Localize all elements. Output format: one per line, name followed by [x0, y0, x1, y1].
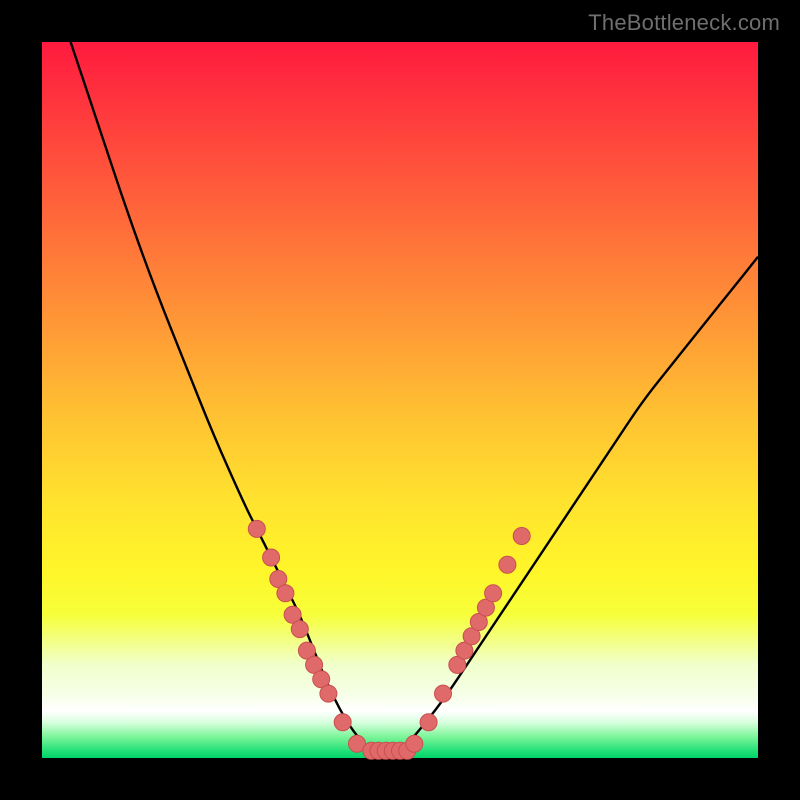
data-dot [420, 714, 437, 731]
data-dot [277, 585, 294, 602]
chart-frame: TheBottleneck.com [0, 0, 800, 800]
data-dot [291, 621, 308, 638]
data-dot [320, 685, 337, 702]
data-dot [435, 685, 452, 702]
watermark-text: TheBottleneck.com [588, 10, 780, 36]
data-dot [513, 528, 530, 545]
data-dot [263, 549, 280, 566]
data-dot [499, 556, 516, 573]
bottleneck-curve [71, 42, 758, 751]
plot-area [42, 42, 758, 758]
data-dot [406, 735, 423, 752]
data-dot [334, 714, 351, 731]
data-dots [248, 520, 530, 759]
data-dot [248, 520, 265, 537]
chart-svg [42, 42, 758, 758]
data-dot [485, 585, 502, 602]
